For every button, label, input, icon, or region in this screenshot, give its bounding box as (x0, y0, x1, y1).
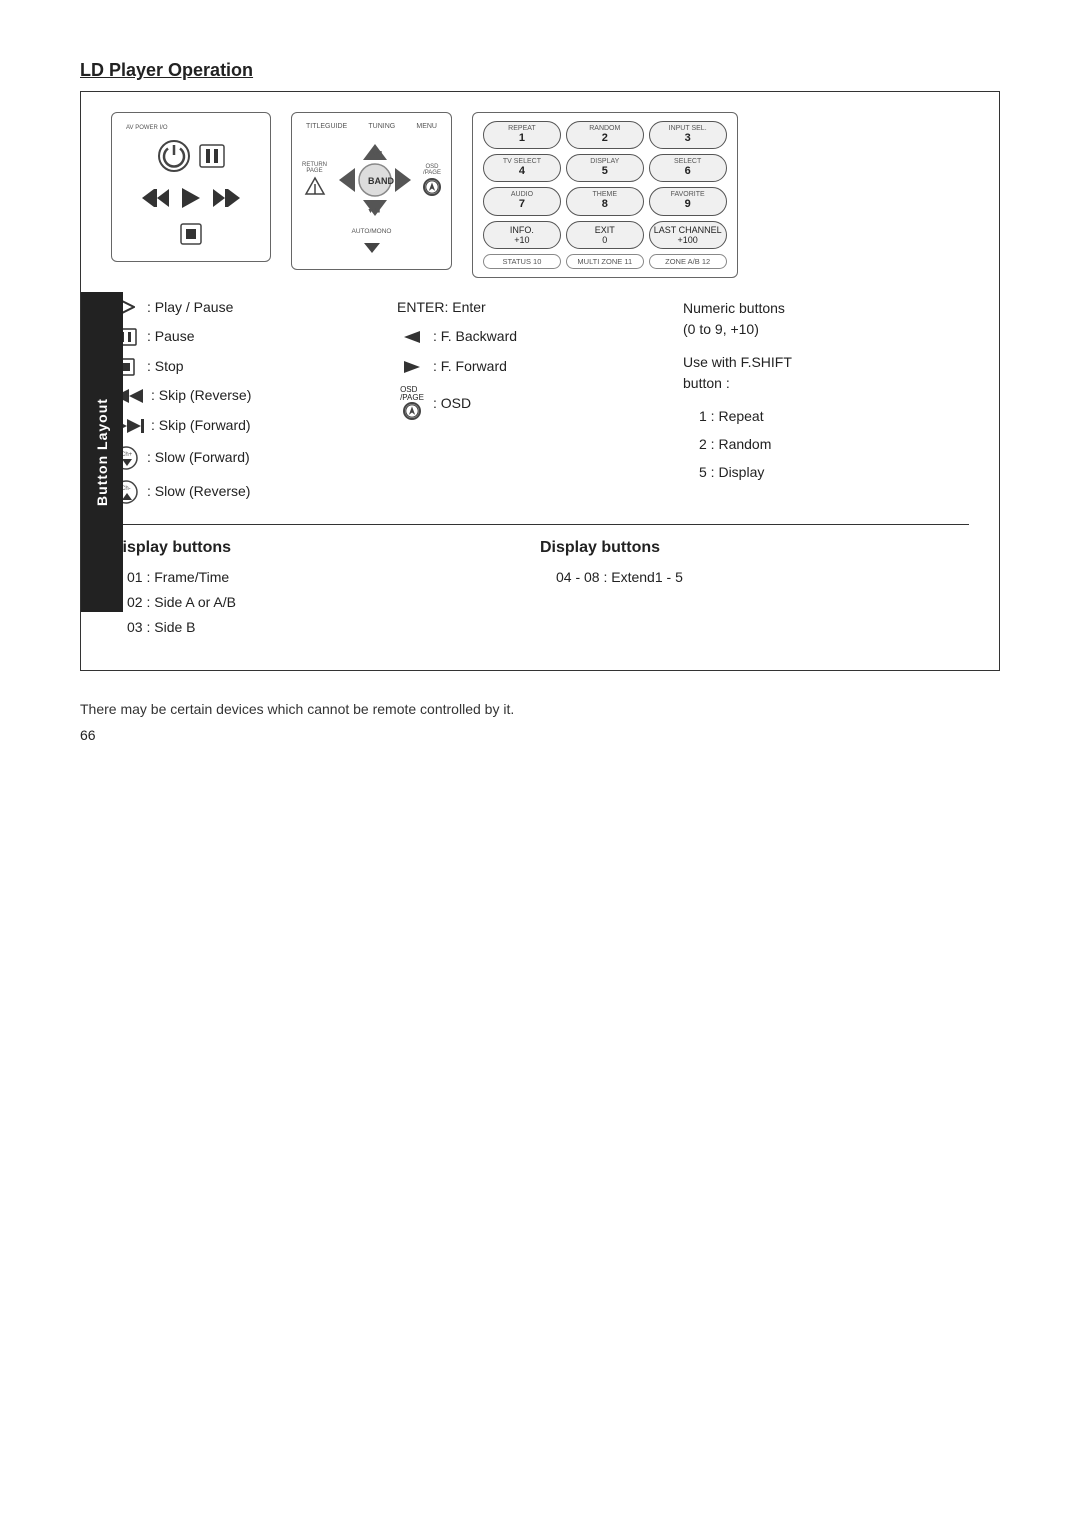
legend-f-back-icon (397, 330, 427, 344)
legend-col-3: Numeric buttons(0 to 9, +10) Use with F.… (683, 298, 969, 514)
main-content-box: Button Layout AV POWER I/O (80, 91, 1000, 671)
fshift-item-repeat: 1 : Repeat (699, 402, 949, 430)
legend-enter: ENTER: Enter (397, 298, 663, 318)
status-row: STATUS 10 MULTI ZONE 11 ZONE A/B 12 (483, 254, 727, 269)
btn-status-10: STATUS 10 (483, 254, 561, 269)
legend-skip-reverse: : Skip (Reverse) (111, 386, 377, 406)
display-col-right: Display buttons 04 - 08 : Extend1 - 5 (540, 539, 969, 641)
osd-page-button: OSD /PAGE (423, 164, 441, 196)
legend-f-fwd-text: : F. Forward (433, 357, 507, 377)
display-buttons-right-list: 04 - 08 : Extend1 - 5 (540, 565, 949, 590)
power-button-icon (157, 139, 191, 177)
play-icon (180, 187, 202, 213)
btn-select-6: SELECT 6 (649, 154, 727, 182)
legend-stop: : Stop (111, 357, 377, 377)
display-item-01: 01 : Frame/Time (127, 565, 520, 590)
return-page-button: RETURN PAGE (302, 162, 327, 198)
legend-pause: : Pause (111, 327, 377, 347)
display-buttons-section: Display buttons 01 : Frame/Time 02 : Sid… (111, 524, 969, 641)
dpad: ▲/■ BAND ▼/■ (335, 140, 415, 220)
legend-stop-text: : Stop (147, 357, 184, 377)
display-item-02: 02 : Side A or A/B (127, 590, 520, 615)
btn-repeat-1: REPEAT 1 (483, 121, 561, 149)
transport-row (140, 187, 242, 213)
info-row: INFO. +10 EXIT 0 LAST CHANNEL +100 (483, 221, 727, 249)
av-power-label: AV POWER I/O (126, 125, 168, 131)
btn-exit-0: EXIT 0 (566, 221, 644, 249)
btn-audio-7: AUDIO 7 (483, 187, 561, 215)
display-buttons-left-list: 01 : Frame/Time 02 : Side A or A/B 03 : … (111, 565, 520, 641)
legend-osd: OSD/PAGE : OSD (397, 386, 663, 420)
numeric-buttons-desc: Numeric buttons(0 to 9, +10) (683, 298, 949, 340)
remote-top-controls (157, 139, 225, 177)
page-title: LD Player Operation (80, 60, 1000, 81)
side-tab-label: Button Layout (94, 398, 110, 506)
titleguide-label: TITLEGUIDE (306, 123, 347, 130)
tuning-label: TUNING (368, 123, 395, 130)
btn-theme-8: THEME 8 (566, 187, 644, 215)
legend-enter-text: ENTER: Enter (397, 298, 486, 318)
svg-text:▲/■: ▲/■ (369, 150, 382, 157)
fshift-item-random: 2 : Random (699, 430, 949, 458)
legend-osd-icon: OSD/PAGE (397, 386, 427, 420)
btn-multizone-11: MULTI ZONE 11 (566, 254, 644, 269)
btn-tv-select-4: TV SELECT 4 (483, 154, 561, 182)
stop-button-icon (180, 223, 202, 249)
legend-pause-text: : Pause (147, 327, 194, 347)
legend-col-2: ENTER: Enter : F. Backward (397, 298, 683, 514)
side-tab: Button Layout (81, 292, 123, 612)
pause-display-icon (199, 144, 225, 172)
display-buttons-right-title: Display buttons (540, 539, 949, 557)
svg-text:BAND: BAND (368, 176, 394, 186)
page-number: 66 (80, 727, 1000, 743)
nav-top-labels: TITLEGUIDE TUNING MENU (302, 123, 441, 130)
numpad-grid: REPEAT 1 RANDOM 2 INPUT SEL. 3 TV SELECT (483, 121, 727, 216)
legend-area: : Play / Pause : Pause (111, 298, 969, 514)
fshift-desc: Use with F.SHIFTbutton : (683, 352, 949, 394)
menu-label: MENU (416, 123, 437, 130)
legend-play-pause: : Play / Pause (111, 298, 377, 318)
legend-play-text: : Play / Pause (147, 298, 233, 318)
display-buttons-left-title: Display buttons (111, 539, 520, 557)
remote-navigation: TITLEGUIDE TUNING MENU RETURN PAGE (291, 112, 452, 270)
legend-col-1: : Play / Pause : Pause (111, 298, 397, 514)
btn-random-2: RANDOM 2 (566, 121, 644, 149)
btn-display-5: DISPLAY 5 (566, 154, 644, 182)
remote-numpad: REPEAT 1 RANDOM 2 INPUT SEL. 3 TV SELECT (472, 112, 738, 278)
legend-f-forward: : F. Forward (397, 357, 663, 377)
remote-top-labels: AV POWER I/O (126, 125, 256, 131)
fshift-item-display: 5 : Display (699, 458, 949, 486)
legend-f-back-text: : F. Backward (433, 327, 517, 347)
display-col-left: Display buttons 01 : Frame/Time 02 : Sid… (111, 539, 540, 641)
skip-forward-icon (210, 187, 242, 213)
btn-info-plus10: INFO. +10 (483, 221, 561, 249)
legend-skip-rev-text: : Skip (Reverse) (151, 386, 251, 406)
btn-zone-ab-12: ZONE A/B 12 (649, 254, 727, 269)
display-item-04-08: 04 - 08 : Extend1 - 5 (556, 565, 949, 590)
legend-skip-fwd-text: : Skip (Forward) (151, 416, 251, 436)
legend-slow-fwd-text: : Slow (Forward) (147, 448, 250, 468)
btn-last-channel: LAST CHANNEL +100 (649, 221, 727, 249)
footnote: There may be certain devices which canno… (80, 701, 1000, 717)
remote-diagram-row: AV POWER I/O (111, 112, 969, 278)
svg-text:▼/■: ▼/■ (367, 208, 380, 215)
legend-slow-fwd: Ch+ : Slow (Forward) (111, 446, 377, 470)
legend-slow-rev-text: : Slow (Reverse) (147, 482, 250, 502)
display-item-03: 03 : Side B (127, 615, 520, 640)
legend-f-fwd-icon (397, 360, 427, 374)
legend-slow-rev: Ch- : Slow (Reverse) (111, 480, 377, 504)
btn-favorite-9: FAVORITE 9 (649, 187, 727, 215)
btn-input-sel-3: INPUT SEL. 3 (649, 121, 727, 149)
legend-f-backward: : F. Backward (397, 327, 663, 347)
auto-mono-label: AUTO/MONO (352, 228, 392, 235)
legend-osd-text: : OSD (433, 394, 471, 414)
skip-reverse-icon (140, 187, 172, 213)
fshift-items: 1 : Repeat 2 : Random 5 : Display (683, 402, 949, 486)
legend-skip-forward: : Skip (Forward) (111, 416, 377, 436)
down-button (363, 241, 381, 259)
remote-transport: AV POWER I/O (111, 112, 271, 262)
